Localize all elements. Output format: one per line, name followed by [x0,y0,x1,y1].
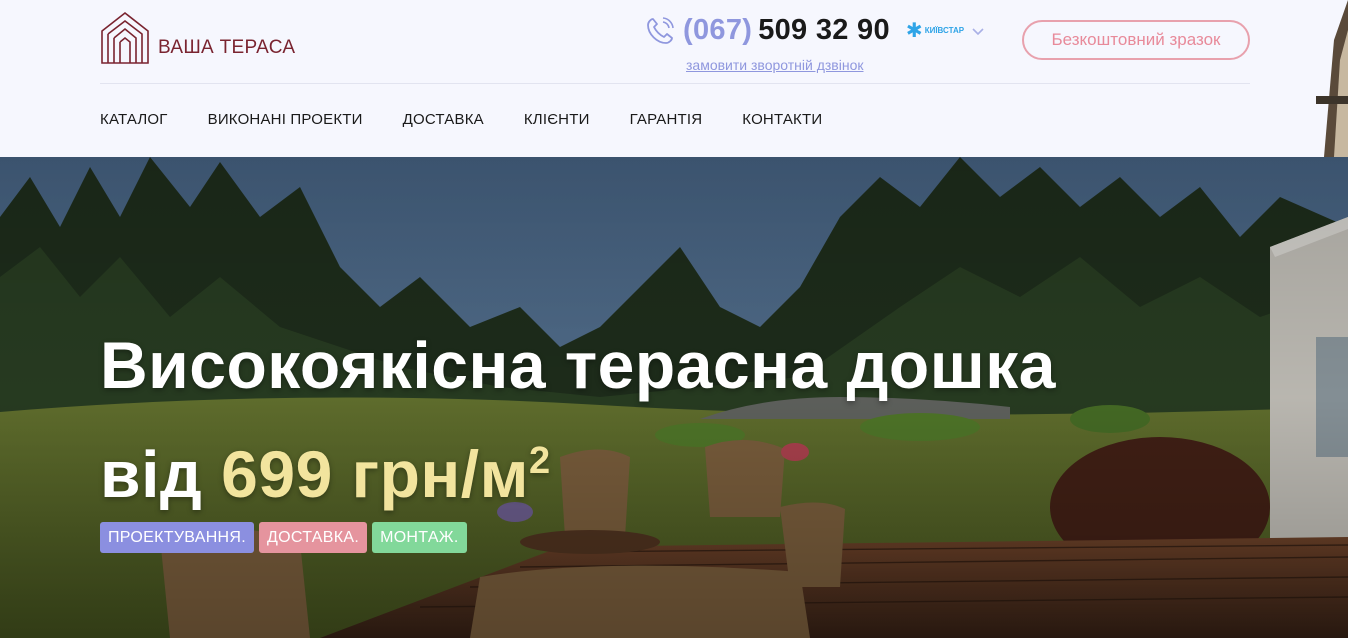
operator-selector[interactable]: ✱ КИЇВСТАР [906,21,984,41]
hero-price: 699 грн/м2 [221,437,550,511]
nav-item-delivery[interactable]: ДОСТАВКА [403,111,484,128]
house-roof-edge [1316,0,1348,157]
phone-icon [647,16,674,44]
phone-code[interactable]: (067) [683,14,752,47]
header-divider [100,83,1250,84]
tag-design: ПРОЕКТУВАННЯ. [100,522,255,553]
tag-delivery: ДОСТАВКА. [259,522,368,553]
hero-price-value: 699 грн/м [221,437,529,511]
nav-item-warranty[interactable]: ГАРАНТІЯ [630,111,703,128]
phone-number[interactable]: 509 32 90 [758,14,890,47]
site-header: ВАША ТЕРАСА (067) 509 32 90 ✱ КИЇВСТАР з… [0,0,1348,157]
chevron-down-icon [972,27,984,35]
phone-block[interactable]: (067) 509 32 90 ✱ КИЇВСТАР [645,14,984,47]
hero-price-superscript: 2 [528,440,551,482]
nav-item-catalog[interactable]: КАТАЛОГ [100,111,168,128]
site-logo[interactable]: ВАША ТЕРАСА [100,11,295,65]
nav-item-contacts[interactable]: КОНТАКТИ [742,111,822,128]
operator-name: КИЇВСТАР [924,26,965,35]
logo-text: ВАША ТЕРАСА [158,37,296,58]
hero-title-line1: Високоякісна терасна дошка [100,328,1056,402]
main-nav: КАТАЛОГ ВИКОНАНІ ПРОЕКТИ ДОСТАВКА КЛІЄНТ… [100,111,862,128]
nav-item-clients[interactable]: КЛІЄНТИ [524,111,590,128]
nav-item-projects[interactable]: ВИКОНАНІ ПРОЕКТИ [208,111,363,128]
tag-installation: МОНТАЖ. [372,522,467,553]
kyivstar-star-icon: ✱ [905,19,923,42]
service-tags: ПРОЕКТУВАННЯ. ДОСТАВКА. МОНТАЖ. [100,522,472,553]
hero-title: Високоякісна терасна дошка від 699 грн/м… [100,317,1056,522]
house-logo-icon [101,11,149,64]
hero-section: Високоякісна терасна дошка від 699 грн/м… [0,157,1348,638]
callback-link[interactable]: замовити зворотній дзвінок [686,57,864,73]
hero-title-prefix: від [100,437,203,511]
free-sample-button[interactable]: Безкоштовний зразок [1022,20,1250,60]
